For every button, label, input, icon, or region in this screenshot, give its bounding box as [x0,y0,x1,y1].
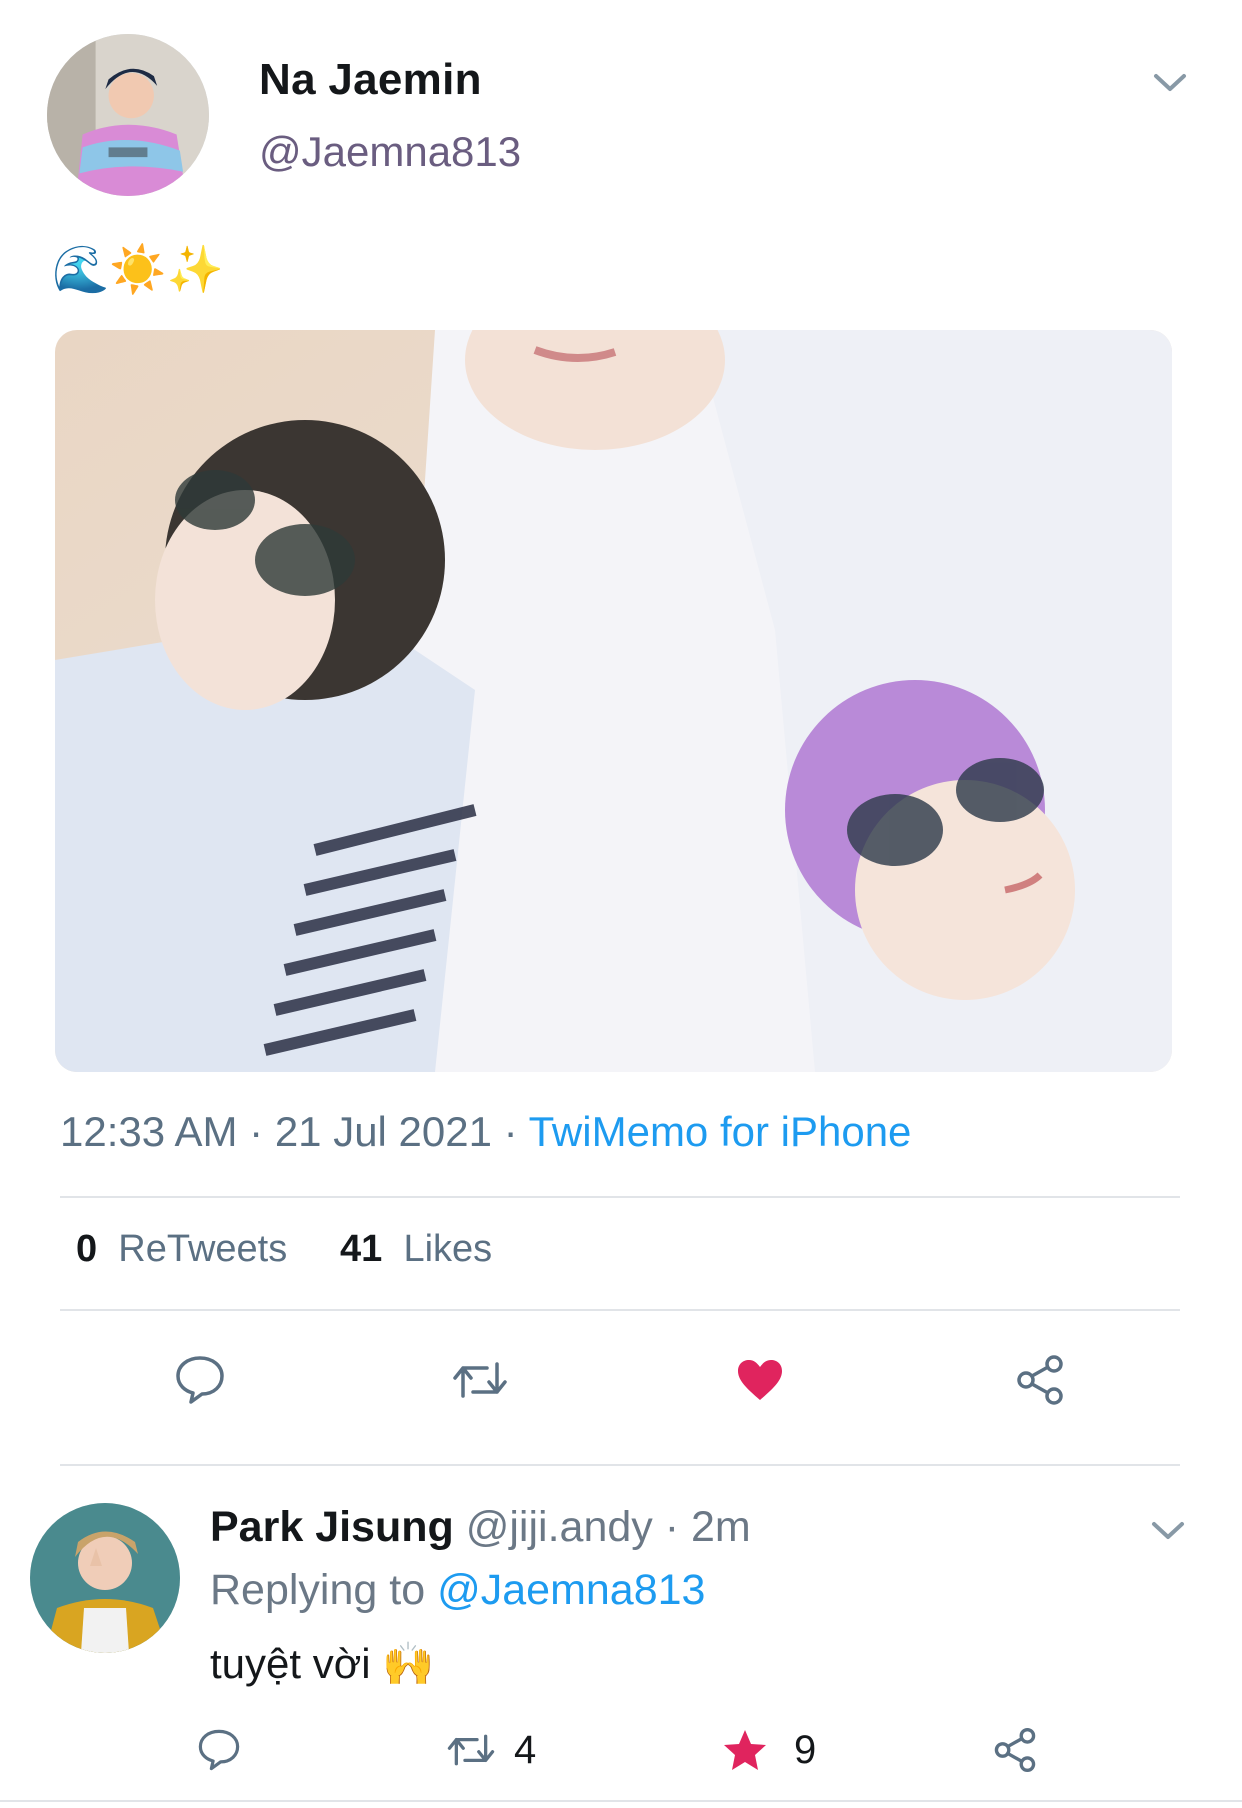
share-icon [1017,1355,1063,1405]
reply-retweet-count: 4 [514,1727,537,1772]
divider [60,1309,1180,1311]
tweet-stats: 0 ReTweets 41 Likes [76,1228,492,1271]
reply-author-avatar[interactable] [30,1503,180,1653]
retweet-icon [453,1362,507,1398]
reply-favorite-count: 9 [794,1727,817,1772]
author-avatar-image [47,34,209,196]
chevron-down-icon[interactable] [1148,1518,1188,1544]
retweet-count: 0 [76,1228,98,1270]
star-icon [724,1730,766,1770]
tweet-text: 🌊☀️✨ [52,243,224,295]
heart-icon [738,1360,782,1400]
tweet-source-link[interactable]: TwiMemo for iPhone [529,1108,912,1155]
reply-reply-button[interactable] [196,1720,242,1780]
reply-retweet-button[interactable]: 4 [446,1720,536,1780]
reply-header: Park Jisung @jiji.andy · 2m [210,1503,751,1552]
comment-icon [176,1356,224,1404]
retweets-stat[interactable]: 0 ReTweets [76,1228,287,1270]
comment-icon [198,1729,240,1771]
like-count: 41 [340,1228,383,1270]
reply-author-name[interactable]: Park Jisung [210,1503,454,1551]
replying-to-label: Replying to [210,1566,426,1614]
reply-author-handle[interactable]: @jiji.andy [466,1503,653,1551]
reply-button[interactable] [170,1350,230,1410]
meta-separator: · [503,1108,518,1155]
tweet-photo-image [55,330,1172,1072]
meta-separator: · [249,1108,264,1155]
share-button[interactable] [1010,1350,1070,1410]
author-name[interactable]: Na Jaemin [259,55,482,105]
tweet-time: 12:33 AM [60,1108,238,1155]
tweet-photo[interactable] [55,330,1172,1072]
reply-avatar-image [30,1503,180,1653]
likes-label: Likes [403,1228,493,1270]
share-icon [994,1727,1036,1773]
reply-time: 2m [691,1503,751,1551]
divider [0,1800,1242,1802]
reply-separator: · [664,1503,680,1551]
retweets-label: ReTweets [118,1228,288,1270]
divider [60,1196,1180,1198]
retweet-button[interactable] [450,1350,510,1410]
tweet-metadata: 12:33 AM · 21 Jul 2021 · TwiMemo for iPh… [60,1108,911,1156]
chevron-down-icon[interactable] [1150,70,1190,96]
divider [60,1464,1180,1466]
tweet-date: 21 Jul 2021 [274,1108,492,1155]
replying-to: Replying to @Jaemna813 [210,1566,705,1615]
likes-stat[interactable]: 41 Likes [340,1228,492,1270]
reply-favorite-button[interactable]: 9 [722,1720,816,1780]
retweet-icon [447,1734,495,1766]
tweet-detail-screen: Na Jaemin @Jaemna813 🌊☀️✨ 12:33 AM · 21 … [0,0,1242,1808]
reply-text: tuyệt vời 🙌 [210,1640,435,1687]
author-handle[interactable]: @Jaemna813 [259,128,521,176]
like-button[interactable] [730,1350,790,1410]
author-avatar[interactable] [47,34,209,196]
replying-to-handle[interactable]: @Jaemna813 [437,1566,705,1614]
reply-share-button[interactable] [992,1720,1038,1780]
